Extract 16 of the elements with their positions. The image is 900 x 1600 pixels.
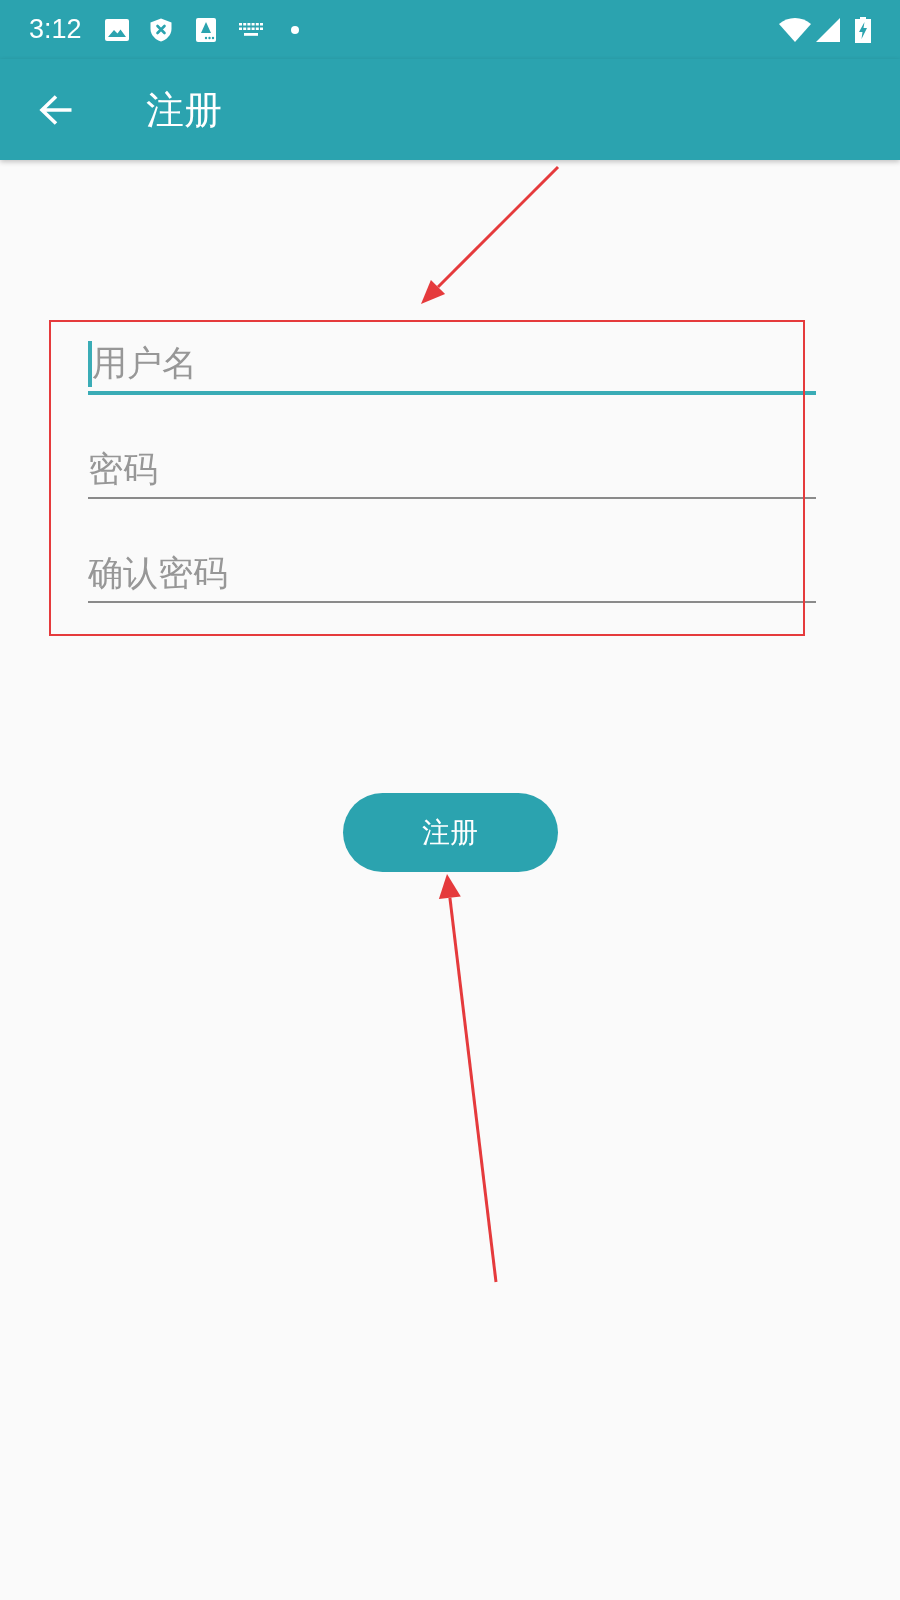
status-time: 3:12	[29, 16, 82, 43]
keyboard-icon	[238, 22, 263, 37]
input-field[interactable]: 用户名	[88, 335, 816, 395]
text-cursor-icon	[88, 341, 92, 387]
back-arrow-icon[interactable]	[39, 93, 73, 126]
signal-icon	[816, 17, 840, 42]
screen-title: 注册	[146, 90, 222, 129]
register-button[interactable]: 注册	[342, 793, 558, 872]
input-field[interactable]: 密码	[88, 441, 816, 499]
input-field[interactable]: 确认密码	[88, 545, 816, 603]
image-icon	[104, 17, 129, 42]
dot-icon	[290, 25, 299, 34]
battery-charging-icon	[855, 16, 871, 43]
wifi-icon	[779, 17, 811, 42]
tile-icon	[195, 17, 216, 42]
shield-x-icon	[149, 17, 172, 42]
